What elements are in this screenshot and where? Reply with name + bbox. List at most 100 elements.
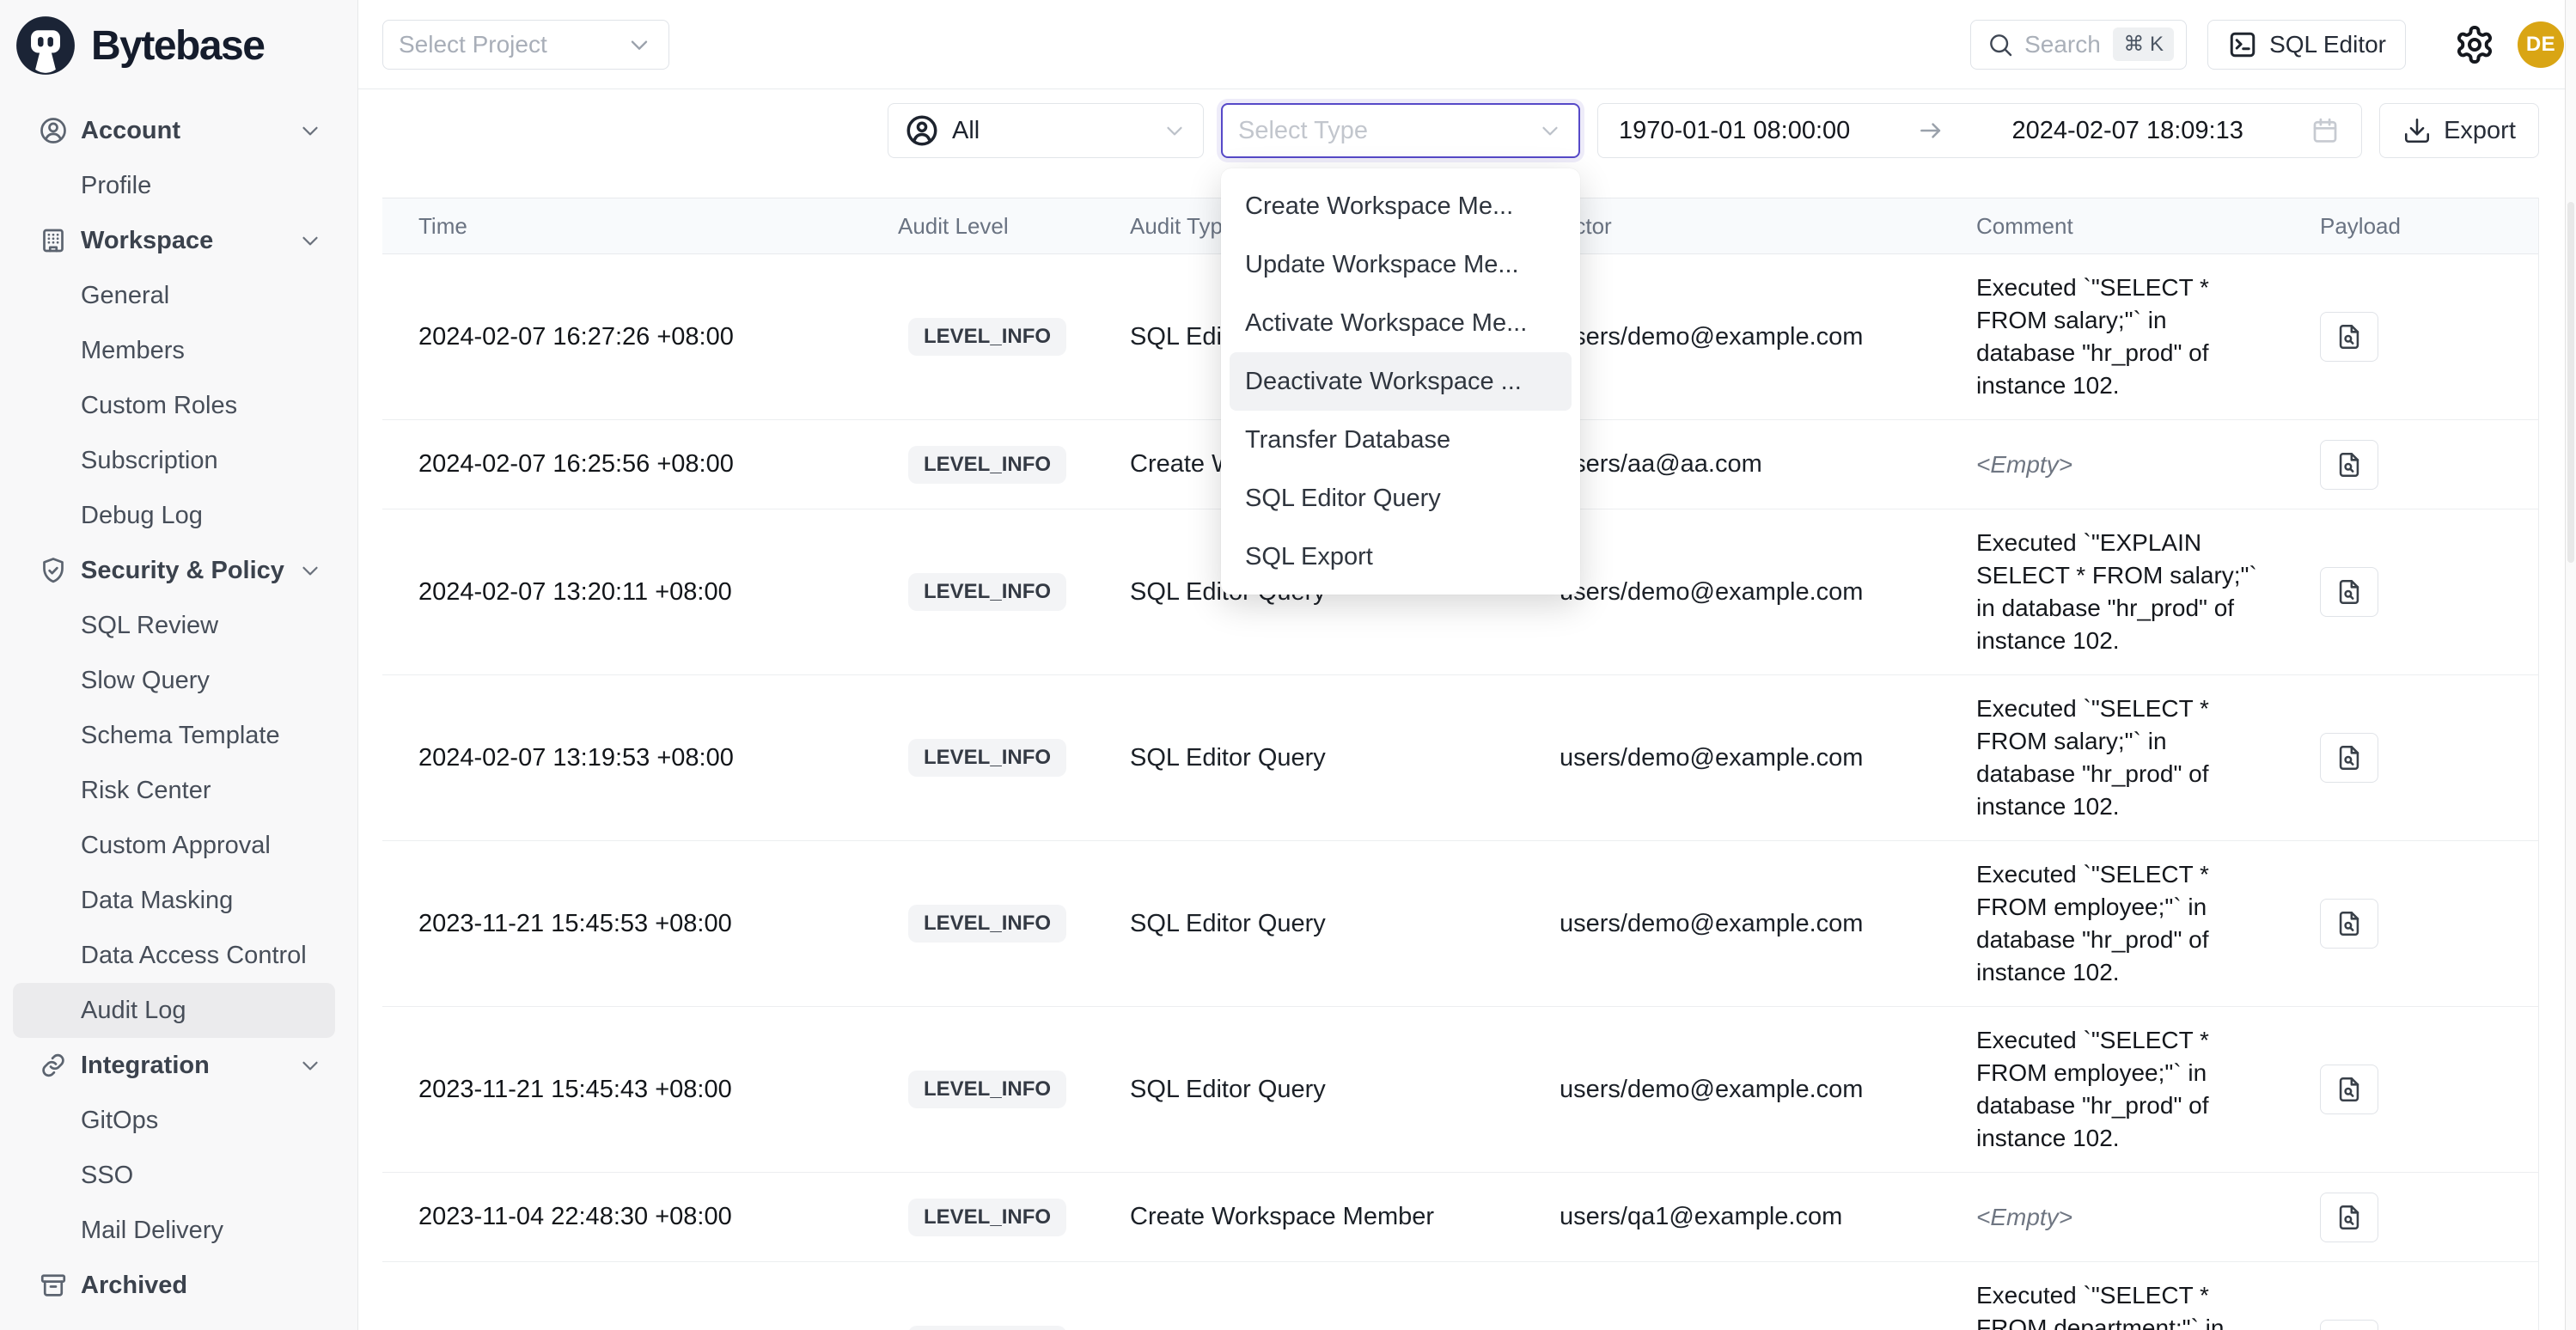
- row-audit-type: SQL Editor Query: [1130, 744, 1560, 772]
- export-button[interactable]: Export: [2379, 103, 2539, 158]
- chevron-down-icon: [626, 31, 653, 58]
- date-range-picker[interactable]: 1970-01-01 08:00:00 2024-02-07 18:09:13: [1597, 103, 2362, 158]
- payload-view-button[interactable]: [2320, 567, 2378, 617]
- file-search-icon: [2335, 1075, 2364, 1104]
- chevron-down-icon: [297, 118, 323, 143]
- row-comment: Executed `"EXPLAIN SELECT * FROM salary;…: [1976, 527, 2268, 657]
- sidebar-section-label: Workspace: [81, 227, 213, 255]
- row-time: 2023-11-21 15:45:53 +08:00: [382, 910, 898, 938]
- audit-log-row: 2023-11-04 22:48:30 +08:00LEVEL_INFOCrea…: [382, 1173, 2538, 1262]
- type-option-sql-editor-query[interactable]: SQL Editor Query: [1230, 469, 1572, 528]
- row-time: 2023-11-21 15:45:43 +08:00: [382, 1076, 898, 1104]
- level-badge: LEVEL_INFO: [908, 1071, 1066, 1108]
- sidebar-item-general[interactable]: General: [0, 268, 357, 323]
- sidebar-item-subscription[interactable]: Subscription: [0, 433, 357, 488]
- chevron-down-icon: [297, 558, 323, 583]
- audit-log-row: 2023-11-21 15:45:43 +08:00LEVEL_INFOSQL …: [382, 1007, 2538, 1173]
- row-actor: users/demo@example.com: [1560, 578, 1976, 607]
- sidebar-section-integration[interactable]: Integration: [0, 1038, 357, 1093]
- type-option-transfer-database[interactable]: Transfer Database: [1230, 411, 1572, 469]
- actor-filter-value: All: [952, 117, 980, 145]
- row-comment: Executed `"SELECT * FROM employee;"` in …: [1976, 1024, 2268, 1155]
- actor-filter-select[interactable]: All: [888, 103, 1204, 158]
- scrollbar-thumb[interactable]: [2567, 202, 2574, 563]
- shield-check-icon: [38, 555, 69, 586]
- chevron-down-icon: [297, 228, 323, 253]
- sidebar-section-archived[interactable]: Archived: [0, 1258, 357, 1313]
- type-option-deactivate-workspace[interactable]: Deactivate Workspace ...: [1230, 352, 1572, 411]
- payload-view-button[interactable]: [2320, 440, 2378, 490]
- user-avatar[interactable]: DE: [2518, 21, 2564, 68]
- row-audit-type: Create Workspace Member: [1130, 1203, 1560, 1231]
- type-option-activate-workspace-me[interactable]: Activate Workspace Me...: [1230, 294, 1572, 352]
- sidebar: Bytebase AccountProfileWorkspaceGeneralM…: [0, 0, 358, 1330]
- sidebar-item-data-masking[interactable]: Data Masking: [0, 873, 357, 928]
- topbar: Select Project Search ⌘ K SQL Editor DE: [358, 0, 2576, 89]
- user-circle-bold-icon: [904, 113, 940, 149]
- sidebar-section-security-policy[interactable]: Security & Policy: [0, 543, 357, 598]
- row-audit-level: LEVEL_INFO: [898, 905, 1130, 943]
- row-actor: users/demo@example.com: [1560, 744, 1976, 772]
- row-actor: users/aa@aa.com: [1560, 450, 1976, 479]
- sidebar-item-members[interactable]: Members: [0, 323, 357, 378]
- sidebar-item-profile[interactable]: Profile: [0, 158, 357, 213]
- row-actor: users/demo@example.com: [1560, 1076, 1976, 1104]
- row-actor: users/demo@example.com: [1560, 910, 1976, 938]
- sidebar-section-workspace[interactable]: Workspace: [0, 213, 357, 268]
- payload-view-button[interactable]: [2320, 1065, 2378, 1114]
- row-audit-level: LEVEL_INFO: [898, 739, 1130, 777]
- sidebar-item-sso[interactable]: SSO: [0, 1148, 357, 1203]
- user-circle-icon: [38, 115, 69, 146]
- type-option-sql-export[interactable]: SQL Export: [1230, 528, 1572, 586]
- sidebar-item-custom-approval[interactable]: Custom Approval: [0, 818, 357, 873]
- sidebar-item-data-access-control[interactable]: Data Access Control: [0, 928, 357, 983]
- payload-view-button[interactable]: [2320, 1320, 2378, 1330]
- row-audit-level: LEVEL_INFO: [898, 1071, 1130, 1108]
- scrollbar-track[interactable]: [2565, 0, 2576, 1330]
- column-header-actor: Actor: [1560, 213, 1976, 240]
- type-filter-dropdown: Create Workspace Me...Update Workspace M…: [1221, 168, 1580, 595]
- settings-gear-icon[interactable]: [2454, 24, 2495, 65]
- sidebar-item-custom-roles[interactable]: Custom Roles: [0, 378, 357, 433]
- file-search-icon: [2335, 1203, 2364, 1232]
- sidebar-item-slow-query[interactable]: Slow Query: [0, 653, 357, 708]
- payload-view-button[interactable]: [2320, 1193, 2378, 1242]
- row-audit-level: LEVEL_INFO: [898, 1326, 1130, 1330]
- link-icon: [38, 1050, 69, 1081]
- payload-view-button[interactable]: [2320, 733, 2378, 783]
- project-select[interactable]: Select Project: [382, 20, 669, 70]
- sidebar-section-account[interactable]: Account: [0, 103, 357, 158]
- date-from-value: 1970-01-01 08:00:00: [1619, 117, 1850, 145]
- column-header-time: Time: [382, 213, 898, 240]
- payload-view-button[interactable]: [2320, 899, 2378, 949]
- brand-name: Bytebase: [91, 22, 264, 70]
- column-header-audit-level: Audit Level: [898, 213, 1130, 240]
- file-search-icon: [2335, 577, 2364, 607]
- sidebar-item-debug-log[interactable]: Debug Log: [0, 488, 357, 543]
- search-icon: [1987, 31, 2014, 58]
- sidebar-item-mail-delivery[interactable]: Mail Delivery: [0, 1203, 357, 1258]
- main-area: Select Project Search ⌘ K SQL Editor DE …: [358, 0, 2576, 1330]
- row-comment: Executed `"SELECT * FROM salary;"` in da…: [1976, 692, 2268, 823]
- bytebase-logo-icon: [14, 14, 77, 77]
- sidebar-item-schema-template[interactable]: Schema Template: [0, 708, 357, 763]
- row-time: 2024-02-07 13:19:53 +08:00: [382, 744, 898, 772]
- row-comment: Executed `"SELECT * FROM salary;"` in da…: [1976, 271, 2268, 402]
- type-option-update-workspace-me[interactable]: Update Workspace Me...: [1230, 235, 1572, 294]
- sql-editor-button[interactable]: SQL Editor: [2207, 20, 2406, 70]
- type-filter-select[interactable]: Select Type: [1221, 103, 1580, 158]
- calendar-icon: [2310, 115, 2341, 146]
- level-badge: LEVEL_INFO: [908, 1326, 1066, 1330]
- sidebar-item-audit-log[interactable]: Audit Log: [13, 983, 335, 1038]
- type-option-create-workspace-me[interactable]: Create Workspace Me...: [1230, 177, 1572, 235]
- payload-view-button[interactable]: [2320, 312, 2378, 362]
- brand-logo[interactable]: Bytebase: [0, 0, 357, 82]
- sidebar-item-gitops[interactable]: GitOps: [0, 1093, 357, 1148]
- sidebar-item-risk-center[interactable]: Risk Center: [0, 763, 357, 818]
- export-label: Export: [2444, 117, 2516, 145]
- search-button[interactable]: Search ⌘ K: [1970, 20, 2187, 70]
- row-comment: Executed `"SELECT * FROM department;"` i…: [1976, 1279, 2268, 1330]
- sidebar-item-sql-review[interactable]: SQL Review: [0, 598, 357, 653]
- row-time: 2024-02-07 16:27:26 +08:00: [382, 323, 898, 351]
- sidebar-section-label: Security & Policy: [81, 557, 284, 585]
